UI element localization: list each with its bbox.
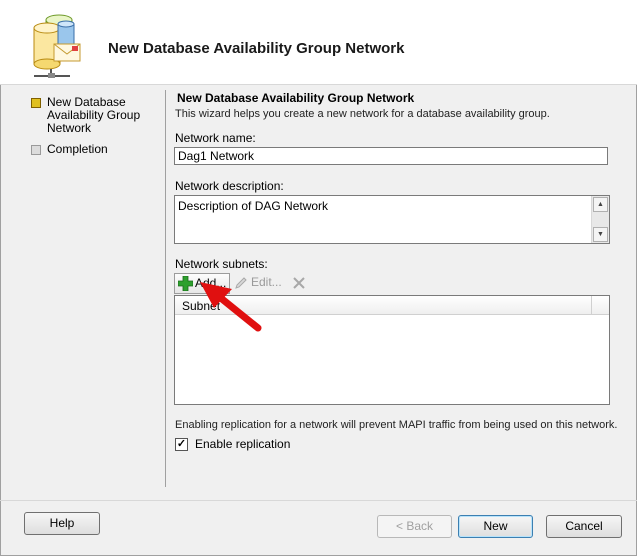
section-description: This wizard helps you create a new netwo… xyxy=(175,108,550,120)
description-scrollbar[interactable]: ▲ ▼ xyxy=(591,196,609,243)
new-button[interactable]: New xyxy=(458,515,533,538)
replication-note: Enabling replication for a network will … xyxy=(175,419,618,431)
pending-step-icon xyxy=(31,145,41,155)
plus-icon xyxy=(178,276,193,291)
wizard-title: New Database Availability Group Network xyxy=(108,40,405,57)
network-description-label: Network description: xyxy=(175,179,284,193)
delete-subnet-button[interactable] xyxy=(291,273,309,294)
annotation-arrow-icon xyxy=(200,282,262,332)
network-subnets-label: Network subnets: xyxy=(175,257,268,271)
nav-step-label: New Database Availability Group Network xyxy=(47,95,141,135)
nav-step-label: Completion xyxy=(47,142,108,156)
scroll-down-icon[interactable]: ▼ xyxy=(593,227,608,242)
network-name-input[interactable]: Dag1 Network xyxy=(174,147,608,165)
active-step-icon xyxy=(31,98,41,108)
enable-replication-checkbox[interactable]: ✓ xyxy=(175,438,188,451)
nav-divider xyxy=(165,90,166,487)
delete-x-icon xyxy=(293,277,305,289)
footer-divider xyxy=(0,500,637,501)
back-button[interactable]: < Back xyxy=(377,515,452,538)
scroll-up-icon[interactable]: ▲ xyxy=(593,197,608,212)
enable-replication-label[interactable]: Enable replication xyxy=(195,437,290,451)
cancel-button[interactable]: Cancel xyxy=(546,515,622,538)
network-name-label: Network name: xyxy=(175,131,256,145)
help-button[interactable]: Help xyxy=(24,512,100,535)
network-description-text: Description of DAG Network xyxy=(178,199,329,213)
network-description-input[interactable]: Description of DAG Network ▲ ▼ xyxy=(174,195,610,244)
database-network-icon xyxy=(33,14,81,78)
wizard-header: New Database Availability Group Network xyxy=(0,0,637,85)
section-title: New Database Availability Group Network xyxy=(177,91,415,105)
